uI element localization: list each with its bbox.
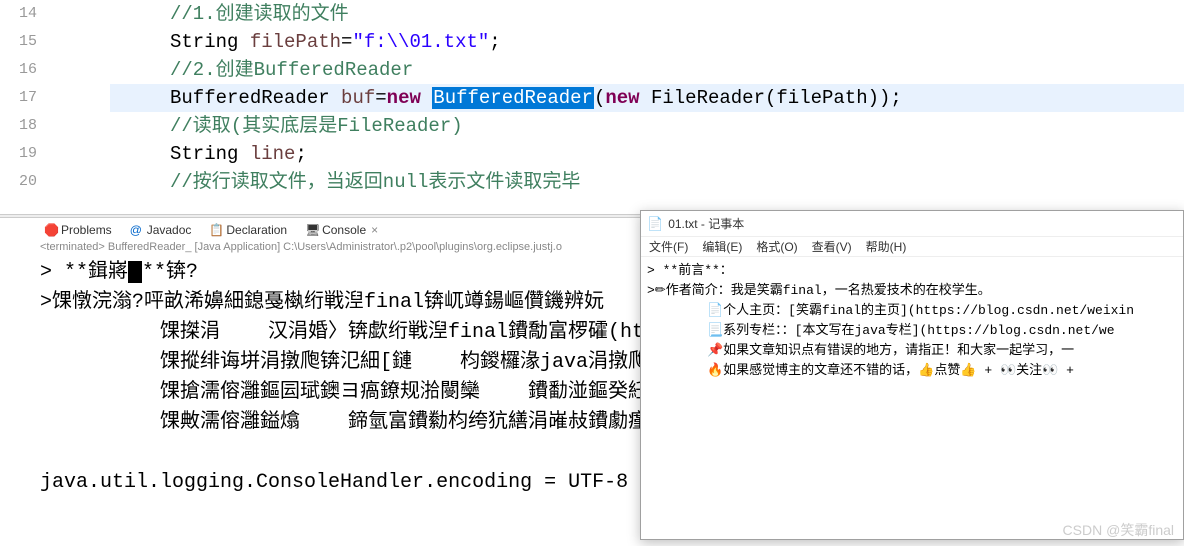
menu-edit[interactable]: 编辑(E) xyxy=(702,238,742,255)
problems-icon: 🛑 xyxy=(44,223,58,237)
console-icon: 🖥 xyxy=(305,223,319,237)
tab-javadoc[interactable]: @Javadoc xyxy=(126,221,196,239)
cursor-block xyxy=(128,261,142,283)
close-icon[interactable]: × xyxy=(371,223,378,237)
menu-file[interactable]: 文件(F) xyxy=(649,238,688,255)
notepad-line: 📃系列专栏：：[本文写在java专栏](https://blog.csdn.ne… xyxy=(647,321,1177,341)
notepad-line: 📄个人主页：[笑霸final的主页](https://blog.csdn.net… xyxy=(647,301,1177,321)
line-number: 16 xyxy=(0,56,51,84)
declaration-icon: 📋 xyxy=(209,223,223,237)
notepad-line: 📌如果文章知识点有错误的地方，请指正！和大家一起学习，一 xyxy=(647,341,1177,361)
line-number: 20 xyxy=(0,168,51,196)
line-number: 18 xyxy=(0,112,51,140)
code-line: //1.创建读取的文件 xyxy=(110,0,1184,28)
menu-format[interactable]: 格式(O) xyxy=(756,238,797,255)
terminated-label: <terminated> BufferedReader_ [Java Appli… xyxy=(40,241,562,253)
tab-declaration[interactable]: 📋Declaration xyxy=(205,221,291,239)
line-number: 15 xyxy=(0,28,51,56)
notepad-window[interactable]: 📄 01.txt - 记事本 文件(F) 编辑(E) 格式(O) 查看(V) 帮… xyxy=(640,210,1184,540)
code-editor[interactable]: //1.创建读取的文件 String filePath="f:\\01.txt"… xyxy=(50,0,1184,190)
notepad-line: >✏作者简介：我是笑霸final，一名热爱技术的在校学生。 xyxy=(647,281,1177,301)
code-line: //按行读取文件，当返回null表示文件读取完毕 xyxy=(110,168,1184,196)
menu-help[interactable]: 帮助(H) xyxy=(866,238,907,255)
javadoc-icon: @ xyxy=(130,223,144,237)
notepad-line: 🔥如果感觉博主的文章还不错的话，👍点赞👍 + 👀关注👀 + xyxy=(647,361,1177,381)
tab-console[interactable]: 🖥Console× xyxy=(301,221,382,239)
notepad-titlebar[interactable]: 📄 01.txt - 记事本 xyxy=(641,211,1183,237)
menu-view[interactable]: 查看(V) xyxy=(812,238,852,255)
notepad-body[interactable]: > **前言**： >✏作者简介：我是笑霸final，一名热爱技术的在校学生。 … xyxy=(641,257,1183,385)
notepad-title-text: 01.txt - 记事本 xyxy=(668,215,744,232)
code-line: //读取(其实底层是FileReader) xyxy=(110,112,1184,140)
line-number: 14 xyxy=(0,0,51,28)
selected-text: BufferedReader xyxy=(432,87,594,109)
line-number: 17 xyxy=(0,84,51,112)
watermark: CSDN @笑霸final xyxy=(1063,520,1174,540)
notepad-icon: 📄 xyxy=(647,216,663,232)
code-line: String line; xyxy=(110,140,1184,168)
line-gutter: 14 15 16 17 18 19 20 xyxy=(0,0,52,190)
notepad-line: > **前言**： xyxy=(647,261,1177,281)
tab-problems[interactable]: 🛑Problems xyxy=(40,221,116,239)
code-line-highlighted: BufferedReader buf=new BufferedReader(ne… xyxy=(110,84,1184,112)
code-line: //2.创建BufferedReader xyxy=(110,56,1184,84)
bottom-tab-bar: 🛑Problems @Javadoc 📋Declaration 🖥Console… xyxy=(40,219,382,241)
notepad-menubar: 文件(F) 编辑(E) 格式(O) 查看(V) 帮助(H) xyxy=(641,237,1183,257)
code-line: String filePath="f:\\01.txt"; xyxy=(110,28,1184,56)
line-number: 19 xyxy=(0,140,51,168)
